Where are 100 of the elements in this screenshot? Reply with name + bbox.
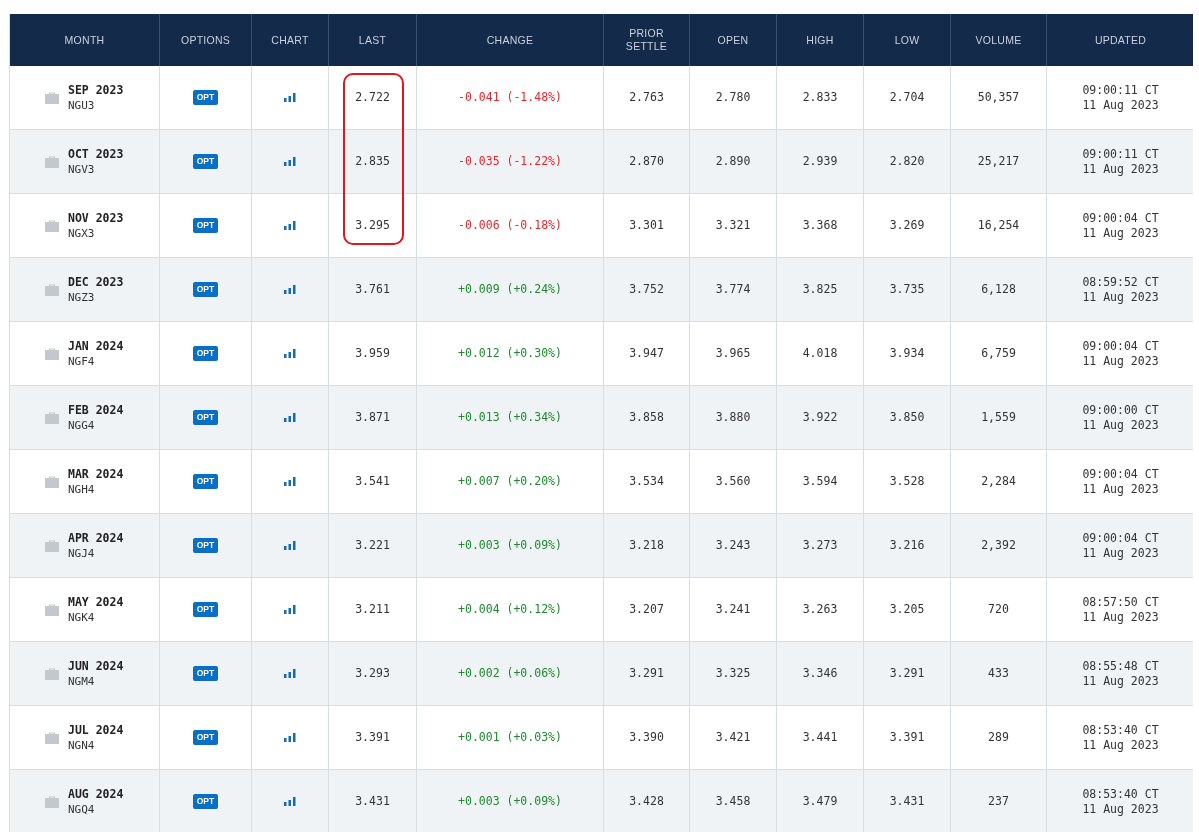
- updated-time: 08:53:40 CT: [1082, 722, 1159, 738]
- options-link[interactable]: OPT: [192, 794, 219, 809]
- updated-time: 09:00:04 CT: [1082, 466, 1159, 482]
- open-price: 3.880: [715, 408, 751, 426]
- options-link[interactable]: OPT: [192, 218, 219, 233]
- column-header: PRIOR SETTLE: [624, 27, 669, 53]
- options-link[interactable]: OPT: [192, 154, 219, 169]
- open-price: 3.421: [715, 728, 751, 746]
- low-price: 3.391: [889, 728, 925, 746]
- prior-settle: 3.218: [629, 536, 664, 554]
- low-price: 2.820: [889, 152, 925, 170]
- open-price: 3.560: [715, 472, 751, 490]
- column-header: UPDATED: [1093, 33, 1148, 47]
- updated-time: 09:00:11 CT: [1082, 146, 1159, 162]
- updated-time: 08:53:40 CT: [1082, 786, 1159, 802]
- open-price: 2.890: [715, 152, 751, 170]
- updated-time: 09:00:00 CT: [1082, 402, 1159, 418]
- options-link[interactable]: OPT: [192, 410, 219, 425]
- contract-month[interactable]: JAN 2024: [68, 338, 124, 354]
- bar-chart-icon[interactable]: [284, 285, 296, 294]
- updated-date: 11 Aug 2023: [1082, 801, 1159, 817]
- open-price: 3.774: [715, 280, 751, 298]
- briefcase-icon: [44, 666, 60, 681]
- prior-settle: 3.752: [629, 280, 664, 298]
- contract-month[interactable]: APR 2024: [68, 530, 124, 546]
- column-header: OPEN: [716, 33, 750, 47]
- low-price: 3.291: [889, 664, 925, 682]
- options-link[interactable]: OPT: [192, 474, 219, 489]
- updated-date: 11 Aug 2023: [1082, 161, 1159, 177]
- high-price: 3.441: [802, 728, 838, 746]
- briefcase-icon: [44, 410, 60, 425]
- contract-month[interactable]: JUN 2024: [68, 658, 124, 674]
- column-header: CHART: [270, 33, 310, 47]
- briefcase-icon: [44, 794, 60, 809]
- last-price: 3.431: [355, 792, 390, 810]
- contract-code: NGU3: [68, 97, 96, 113]
- bar-chart-icon[interactable]: [284, 605, 296, 614]
- price-change: -0.035 (-1.22%): [458, 152, 562, 170]
- options-link[interactable]: OPT: [192, 666, 219, 681]
- low-price: 3.934: [889, 344, 925, 362]
- high-price: 3.368: [802, 216, 838, 234]
- contract-code: NGM4: [68, 673, 96, 689]
- bar-chart-icon[interactable]: [284, 221, 296, 230]
- open-price: 3.321: [715, 216, 751, 234]
- bar-chart-icon[interactable]: [284, 157, 296, 166]
- bar-chart-icon[interactable]: [284, 733, 296, 742]
- price-change: +0.003 (+0.09%): [458, 536, 562, 554]
- contract-month[interactable]: DEC 2023: [68, 274, 124, 290]
- contract-month[interactable]: JUL 2024: [68, 722, 124, 738]
- updated-time: 08:55:48 CT: [1082, 658, 1159, 674]
- low-price: 3.216: [889, 536, 925, 554]
- contract-month[interactable]: MAR 2024: [68, 466, 124, 482]
- updated-date: 11 Aug 2023: [1082, 481, 1159, 497]
- bar-chart-icon[interactable]: [284, 477, 296, 486]
- prior-settle: 3.947: [629, 344, 664, 362]
- updated-date: 11 Aug 2023: [1082, 737, 1159, 753]
- prior-settle: 2.763: [629, 88, 664, 106]
- prior-settle: 3.858: [629, 408, 664, 426]
- high-price: 3.922: [802, 408, 838, 426]
- briefcase-icon: [44, 474, 60, 489]
- briefcase-icon: [44, 730, 60, 745]
- volume: 237: [988, 792, 1009, 810]
- bar-chart-icon[interactable]: [284, 541, 296, 550]
- price-change: +0.009 (+0.24%): [458, 280, 562, 298]
- price-change: +0.004 (+0.12%): [458, 600, 562, 618]
- last-price: 3.761: [355, 280, 390, 298]
- column-header: VOLUME: [974, 33, 1023, 47]
- bar-chart-icon[interactable]: [284, 797, 296, 806]
- last-price: 3.871: [355, 408, 390, 426]
- contract-month[interactable]: AUG 2024: [68, 786, 124, 802]
- column-header: HIGH: [805, 33, 835, 47]
- high-price: 3.346: [802, 664, 838, 682]
- price-change: -0.041 (-1.48%): [458, 88, 562, 106]
- column-header: MONTH: [63, 33, 106, 47]
- options-link[interactable]: OPT: [192, 602, 219, 617]
- contract-code: NGV3: [68, 161, 96, 177]
- contract-code: NGX3: [68, 225, 96, 241]
- volume: 16,254: [977, 216, 1020, 234]
- briefcase-icon: [44, 538, 60, 553]
- options-link[interactable]: OPT: [192, 282, 219, 297]
- bar-chart-icon[interactable]: [284, 669, 296, 678]
- bar-chart-icon[interactable]: [284, 93, 296, 102]
- open-price: 3.325: [715, 664, 751, 682]
- options-link[interactable]: OPT: [192, 90, 219, 105]
- contract-month[interactable]: MAY 2024: [68, 594, 124, 610]
- contract-month[interactable]: FEB 2024: [68, 402, 124, 418]
- options-link[interactable]: OPT: [192, 346, 219, 361]
- low-price: 3.735: [889, 280, 925, 298]
- contract-month[interactable]: SEP 2023: [68, 82, 124, 98]
- contract-month[interactable]: OCT 2023: [68, 146, 124, 162]
- last-price: 3.391: [355, 728, 390, 746]
- volume: 6,128: [981, 280, 1016, 298]
- options-link[interactable]: OPT: [192, 730, 219, 745]
- column-header: CHANGE: [485, 33, 535, 47]
- updated-date: 11 Aug 2023: [1082, 673, 1159, 689]
- bar-chart-icon[interactable]: [284, 349, 296, 358]
- briefcase-icon: [44, 154, 60, 169]
- bar-chart-icon[interactable]: [284, 413, 296, 422]
- contract-month[interactable]: NOV 2023: [68, 210, 124, 226]
- options-link[interactable]: OPT: [192, 538, 219, 553]
